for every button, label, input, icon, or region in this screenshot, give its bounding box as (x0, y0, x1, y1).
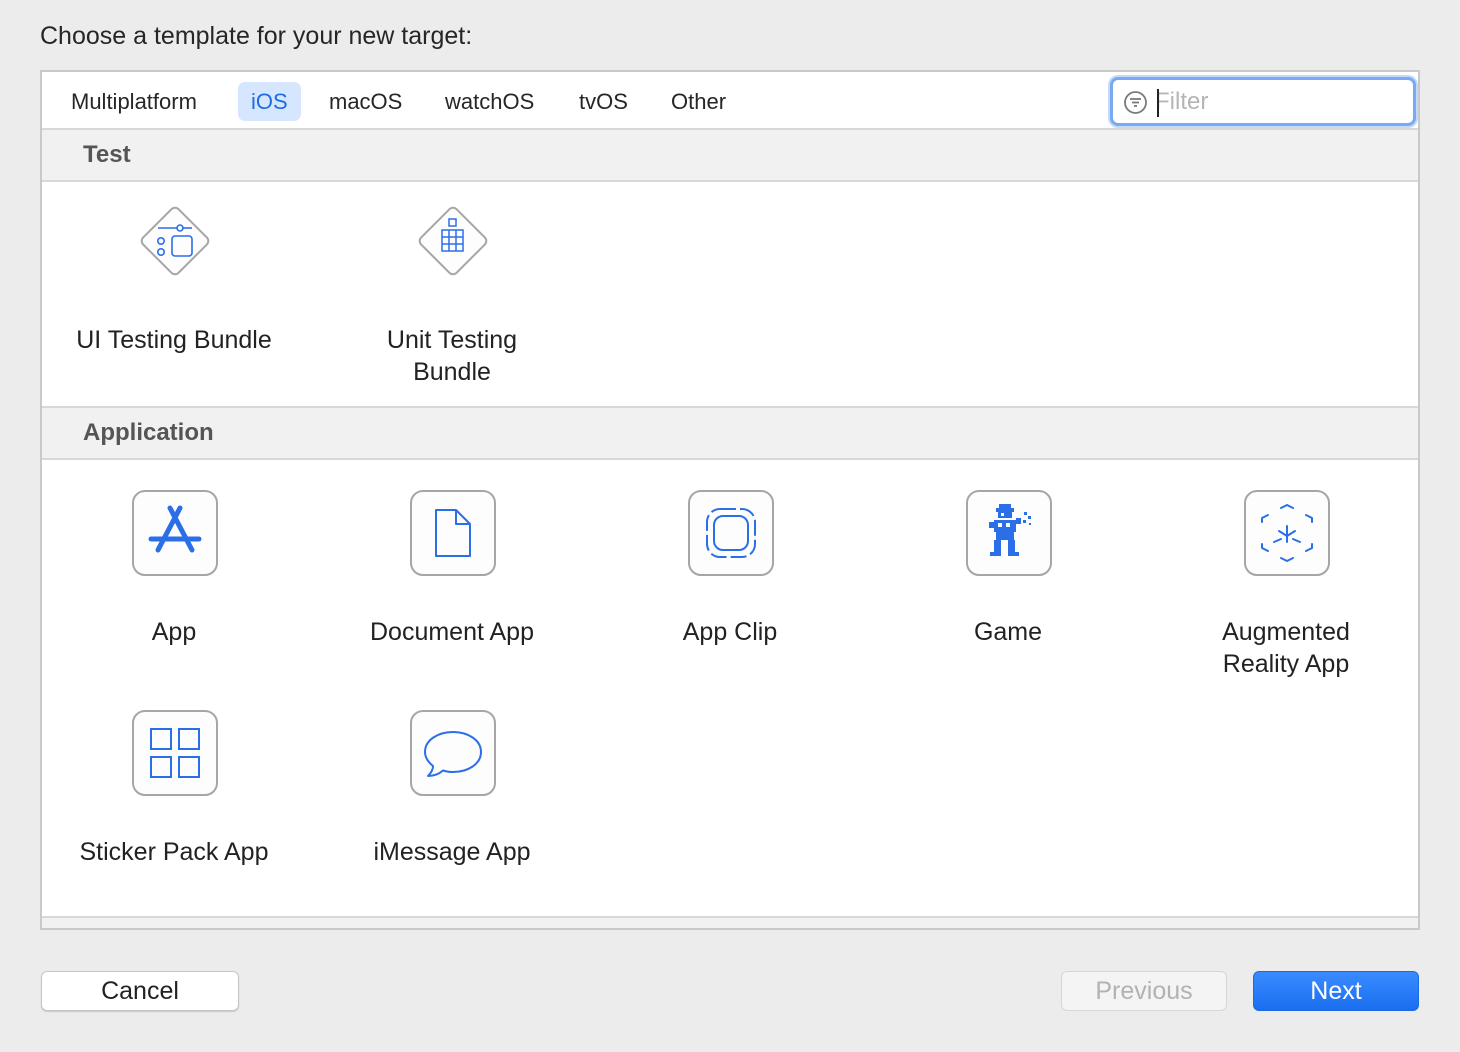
section-title-test: Test (83, 141, 131, 168)
template-label: App Clip (682, 618, 778, 646)
template-label: Sticker Pack App (79, 838, 269, 866)
previous-button[interactable]: Previous (1061, 971, 1227, 1011)
template-label: UI Testing Bundle (76, 326, 272, 354)
filter-icon (1124, 91, 1147, 114)
section-header-test: Test (42, 130, 1418, 182)
template-ui-testing-bundle[interactable]: UI Testing Bundle (44, 198, 304, 398)
filter-field[interactable] (1110, 77, 1416, 126)
tab-multiplatform[interactable]: Multiplatform (58, 82, 210, 121)
template-label: Game (973, 618, 1043, 646)
message-bubble-icon (410, 710, 496, 796)
template-app[interactable]: App (44, 490, 304, 690)
section-header-application: Application (42, 408, 1418, 460)
template-label: Augmented Reality App (1222, 618, 1350, 678)
template-label: App (151, 618, 197, 646)
section-body-test: UI Testing Bundle Unit Testing Bundle (42, 182, 1418, 406)
dialog-title: Choose a template for your new target: (40, 22, 473, 50)
template-sticker-pack-app[interactable]: Sticker Pack App (44, 710, 304, 910)
unit-testing-bundle-icon (418, 206, 488, 276)
template-label: Unit Testing Bundle (386, 326, 518, 386)
section-body-application: App Document App App Clip Game Augmented… (42, 460, 1418, 916)
template-document-app[interactable]: Document App (322, 490, 582, 690)
tab-watchos[interactable]: watchOS (432, 82, 547, 121)
ar-cube-icon (1244, 490, 1330, 576)
filter-input[interactable] (1155, 85, 1405, 119)
game-sprite-icon (966, 490, 1052, 576)
tab-macos[interactable]: macOS (316, 82, 415, 121)
template-unit-testing-bundle[interactable]: Unit Testing Bundle (322, 198, 582, 398)
tab-ios[interactable]: iOS (238, 82, 301, 121)
text-caret (1157, 89, 1159, 117)
platform-tab-bar: Multiplatform iOS macOS watchOS tvOS Oth… (42, 72, 1418, 130)
next-section-edge (42, 918, 1418, 928)
template-imessage-app[interactable]: iMessage App (322, 710, 582, 910)
tab-tvos[interactable]: tvOS (566, 82, 641, 121)
section-title-application: Application (83, 419, 214, 446)
app-clip-icon (688, 490, 774, 576)
template-label: iMessage App (373, 838, 531, 866)
template-app-clip[interactable]: App Clip (600, 490, 860, 690)
template-panel: Multiplatform iOS macOS watchOS tvOS Oth… (40, 70, 1420, 930)
cancel-button[interactable]: Cancel (41, 971, 239, 1011)
tab-other[interactable]: Other (658, 82, 739, 121)
app-store-icon (132, 490, 218, 576)
template-game[interactable]: Game (878, 490, 1138, 690)
sticker-grid-icon (132, 710, 218, 796)
document-icon (410, 490, 496, 576)
ui-testing-bundle-icon (140, 206, 210, 276)
template-label: Document App (370, 618, 534, 646)
template-augmented-reality-app[interactable]: Augmented Reality App (1156, 490, 1416, 690)
next-button[interactable]: Next (1253, 971, 1419, 1011)
